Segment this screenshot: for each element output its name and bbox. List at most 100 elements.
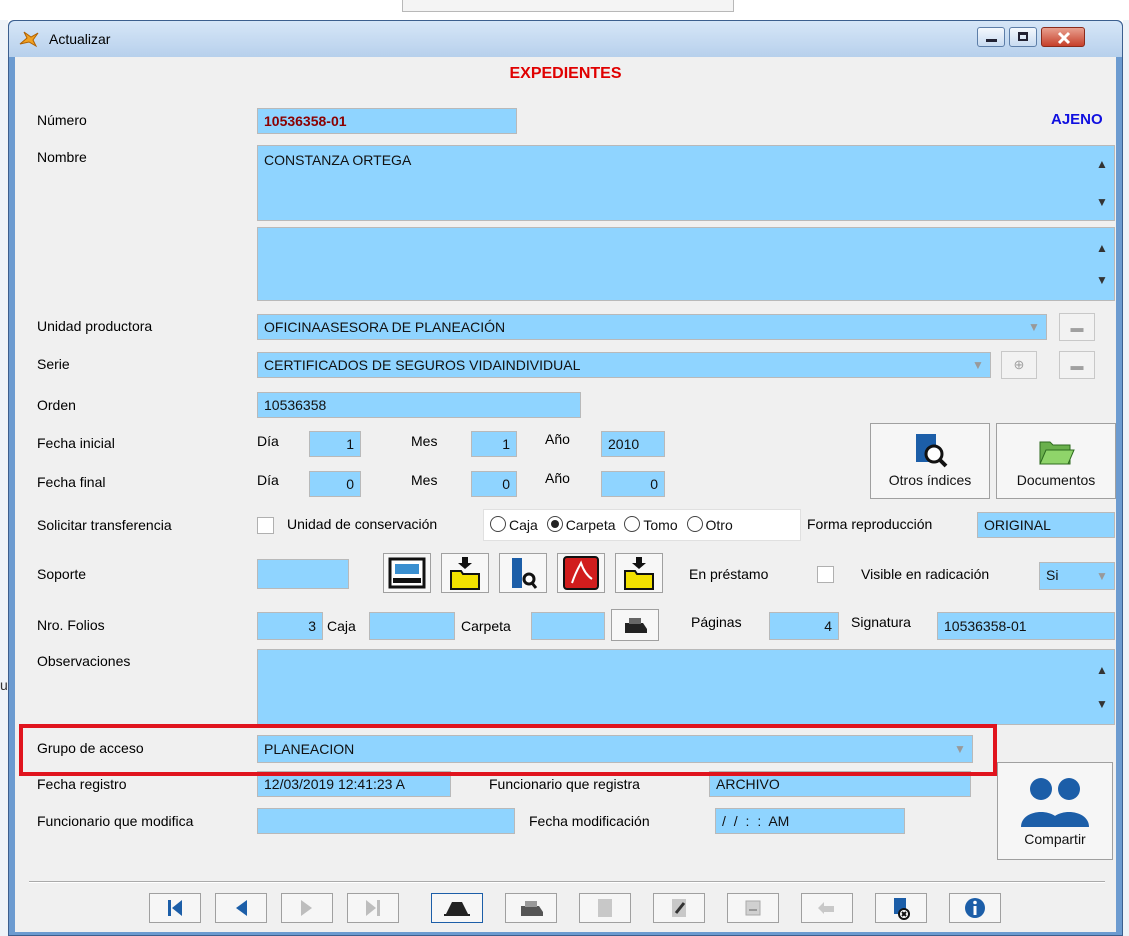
fecha-registro-label: Fecha registro xyxy=(37,776,127,792)
fi-anio-field[interactable]: 2010 xyxy=(601,431,665,457)
nro-folios-field[interactable]: 3 xyxy=(257,612,323,640)
radio-caja[interactable]: Caja xyxy=(490,516,538,533)
radio-otro[interactable]: Otro xyxy=(686,516,733,533)
import-button[interactable] xyxy=(441,553,489,593)
radio-carpeta[interactable]: Carpeta xyxy=(546,516,616,533)
signatura-field[interactable]: 10536358-01 xyxy=(937,612,1115,640)
chevron-down-icon: ▼ xyxy=(1096,569,1108,583)
caja-field[interactable] xyxy=(369,612,455,640)
solicitar-checkbox[interactable] xyxy=(257,517,274,534)
ff-dia-field[interactable]: 0 xyxy=(309,471,361,497)
minimize-button[interactable] xyxy=(977,27,1005,47)
fecha-registro-field[interactable]: 12/03/2019 12:41:23 A xyxy=(257,771,451,797)
folder-import-icon xyxy=(450,557,480,590)
soporte-field[interactable] xyxy=(257,559,349,589)
paginas-field[interactable]: 4 xyxy=(769,612,839,640)
fi-mes-field[interactable]: 1 xyxy=(471,431,517,457)
save-button[interactable] xyxy=(727,893,779,923)
documentos-label: Documentos xyxy=(1016,472,1096,488)
serie-select[interactable]: CERTIFICADOS DE SEGUROS VIDAINDIVIDUAL ▼ xyxy=(257,352,991,378)
users-icon xyxy=(1021,778,1089,827)
serie-label: Serie xyxy=(37,356,70,372)
folder-icon: ▬ xyxy=(1070,319,1084,335)
serie-folder-button[interactable]: ▬ xyxy=(1059,351,1095,379)
observaciones-textarea[interactable]: ▲ ▼ xyxy=(257,649,1115,725)
previous-record-button[interactable] xyxy=(215,893,267,923)
otros-indices-button[interactable]: Otros índices xyxy=(870,423,990,499)
chevron-up-icon: ▲ xyxy=(1096,663,1108,677)
forma-reproduccion-field[interactable]: ORIGINAL xyxy=(977,512,1115,538)
print-icon xyxy=(521,901,543,916)
previous-record-icon xyxy=(236,900,247,916)
caja-label: Caja xyxy=(327,618,356,634)
ff-anio-label: Año xyxy=(545,470,570,486)
solicitar-label: Solicitar transferencia xyxy=(37,517,172,533)
visible-select[interactable]: Si ▼ xyxy=(1039,562,1115,590)
undo-button[interactable] xyxy=(801,893,853,923)
nombre-label: Nombre xyxy=(37,149,87,165)
en-prestamo-checkbox[interactable] xyxy=(817,566,834,583)
close-button[interactable] xyxy=(1041,27,1085,47)
observaciones-scrollbar[interactable]: ▲ ▼ xyxy=(1092,652,1112,722)
maximize-button[interactable] xyxy=(1009,27,1037,47)
soporte-label: Soporte xyxy=(37,566,87,582)
nombre-secondary-scrollbar[interactable]: ▲ ▼ xyxy=(1092,230,1112,298)
nombre-textarea[interactable]: CONSTANZA ORTEGA ▲ ▼ xyxy=(257,145,1115,221)
last-record-button[interactable] xyxy=(347,893,399,923)
print-label-button[interactable] xyxy=(611,609,659,641)
unidad-folder-button[interactable]: ▬ xyxy=(1059,313,1095,341)
chevron-up-icon: ▲ xyxy=(1096,157,1108,171)
ff-anio-field[interactable]: 0 xyxy=(601,471,665,497)
pdf-button[interactable] xyxy=(557,553,605,593)
next-record-button[interactable] xyxy=(281,893,333,923)
nombre-scrollbar[interactable]: ▲ ▼ xyxy=(1092,148,1112,218)
fecha-final-label: Fecha final xyxy=(37,474,106,490)
view-button[interactable] xyxy=(431,893,483,923)
nro-folios-label: Nro. Folios xyxy=(37,617,105,633)
first-record-button[interactable] xyxy=(149,893,201,923)
folder-export-icon xyxy=(624,557,654,590)
orden-label: Orden xyxy=(37,397,76,413)
orden-field[interactable]: 10536358 xyxy=(257,392,581,418)
nombre-secondary-textarea[interactable]: ▲ ▼ xyxy=(257,227,1115,301)
delete-button[interactable] xyxy=(875,893,927,923)
ff-mes-field[interactable]: 0 xyxy=(471,471,517,497)
title-bar[interactable]: Actualizar xyxy=(9,21,1122,57)
grupo-acceso-select[interactable]: PLANEACION ▼ xyxy=(257,735,973,763)
fi-mes-label: Mes xyxy=(411,433,438,449)
unidad-select[interactable]: OFICINAASESORA DE PLANEACIÓN ▼ xyxy=(257,314,1047,340)
fecha-inicial-label: Fecha inicial xyxy=(37,435,115,451)
chevron-down-icon: ▼ xyxy=(972,358,984,372)
maximize-icon xyxy=(1018,32,1028,41)
serie-search-button[interactable]: ⊕ xyxy=(1001,351,1037,379)
nombre-value: CONSTANZA ORTEGA xyxy=(264,152,412,168)
fecha-modificacion-field[interactable]: / / : : AM xyxy=(715,808,905,834)
update-dialog-window: Actualizar EXPEDIENTES Número 10536358-0… xyxy=(8,20,1123,936)
compartir-button[interactable]: Compartir xyxy=(997,762,1113,860)
first-record-icon xyxy=(168,900,182,916)
desktop-left-edge xyxy=(0,20,8,936)
fi-dia-field[interactable]: 1 xyxy=(309,431,361,457)
fi-dia-label: Día xyxy=(257,433,279,449)
view-document-button[interactable] xyxy=(499,553,547,593)
chevron-down-icon: ▼ xyxy=(1096,195,1108,209)
edit-record-button[interactable] xyxy=(653,893,705,923)
ff-dia-label: Día xyxy=(257,472,279,488)
chevron-down-icon: ▼ xyxy=(954,742,966,756)
funcionario-modifica-field[interactable] xyxy=(257,808,515,834)
info-button[interactable] xyxy=(949,893,1001,923)
radio-tomo[interactable]: Tomo xyxy=(624,516,678,533)
en-prestamo-label: En préstamo xyxy=(689,566,769,582)
paginas-label: Páginas xyxy=(691,614,742,630)
carpeta-field[interactable] xyxy=(531,612,605,640)
scan-button[interactable] xyxy=(383,553,431,593)
export-button[interactable] xyxy=(615,553,663,593)
new-record-button[interactable] xyxy=(579,893,631,923)
chevron-down-icon: ▼ xyxy=(1096,273,1108,287)
app-bird-icon xyxy=(18,30,40,48)
numero-field[interactable]: 10536358-01 xyxy=(257,108,517,134)
print-button[interactable] xyxy=(505,893,557,923)
documentos-button[interactable]: Documentos xyxy=(996,423,1116,499)
visible-label: Visible en radicación xyxy=(861,566,990,582)
funcionario-registra-field[interactable]: ARCHIVO xyxy=(709,771,971,797)
